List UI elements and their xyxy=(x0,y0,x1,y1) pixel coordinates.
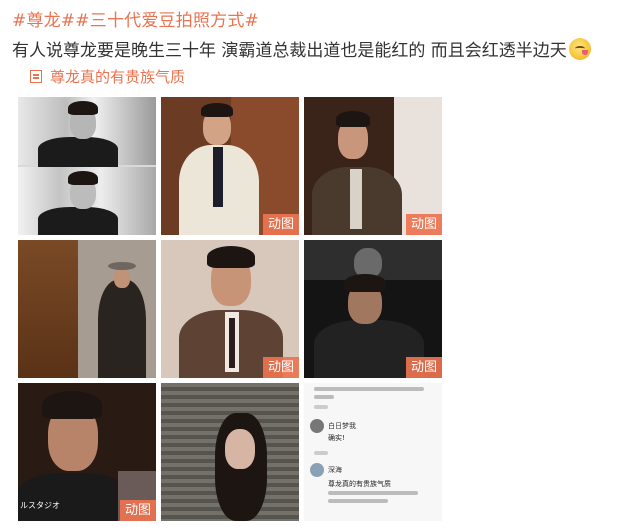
grid-image-1[interactable] xyxy=(18,97,156,235)
post-body-text: 有人说尊龙要是晚生三十年 演霸道总裁出道也是能红的 而且会红透半边天 xyxy=(12,36,591,61)
post-text: 有人说尊龙要是晚生三十年 演霸道总裁出道也是能红的 而且会红透半边天 xyxy=(12,41,567,61)
gif-badge: 动图 xyxy=(405,357,442,378)
comment-user: 深海 xyxy=(328,466,342,474)
comment-text: 尊龙真的有贵族气质 xyxy=(328,480,391,488)
image-grid: 动图 动图 动图 动图 ルスタジオ 动图 白日梦我 确实! 深海 尊龙真的有贵族… xyxy=(18,97,443,522)
gif-badge: 动图 xyxy=(262,214,299,235)
comment-user: 白日梦我 xyxy=(328,422,356,430)
article-link[interactable]: 尊龙真的有贵族气质 xyxy=(30,66,185,87)
comment-text: 确实! xyxy=(328,434,345,442)
article-icon xyxy=(30,70,42,83)
smirk-emoji-icon xyxy=(568,38,591,60)
gif-badge: 动图 xyxy=(262,357,299,378)
gif-badge: 动图 xyxy=(119,500,156,521)
gif-badge: 动图 xyxy=(405,214,442,235)
grid-image-3[interactable]: 动图 xyxy=(304,97,442,235)
hashtag-link[interactable]: #尊龙# xyxy=(12,11,75,31)
post-hashtags: #尊龙##三十代爱豆拍照方式# xyxy=(12,6,259,31)
grid-image-2[interactable]: 动图 xyxy=(161,97,299,235)
hashtag-link[interactable]: #三十代爱豆拍照方式# xyxy=(75,11,259,31)
grid-image-5[interactable]: 动图 xyxy=(161,240,299,378)
grid-image-7[interactable]: ルスタジオ 动图 xyxy=(18,383,156,521)
grid-image-9[interactable]: 白日梦我 确实! 深海 尊龙真的有贵族气质 xyxy=(304,383,442,521)
grid-image-4[interactable] xyxy=(18,240,156,378)
article-link-label: 尊龙真的有贵族气质 xyxy=(50,68,186,86)
grid-image-6[interactable]: 动图 xyxy=(304,240,442,378)
grid-image-8[interactable] xyxy=(161,383,299,521)
video-caption: ルスタジオ xyxy=(20,501,60,510)
